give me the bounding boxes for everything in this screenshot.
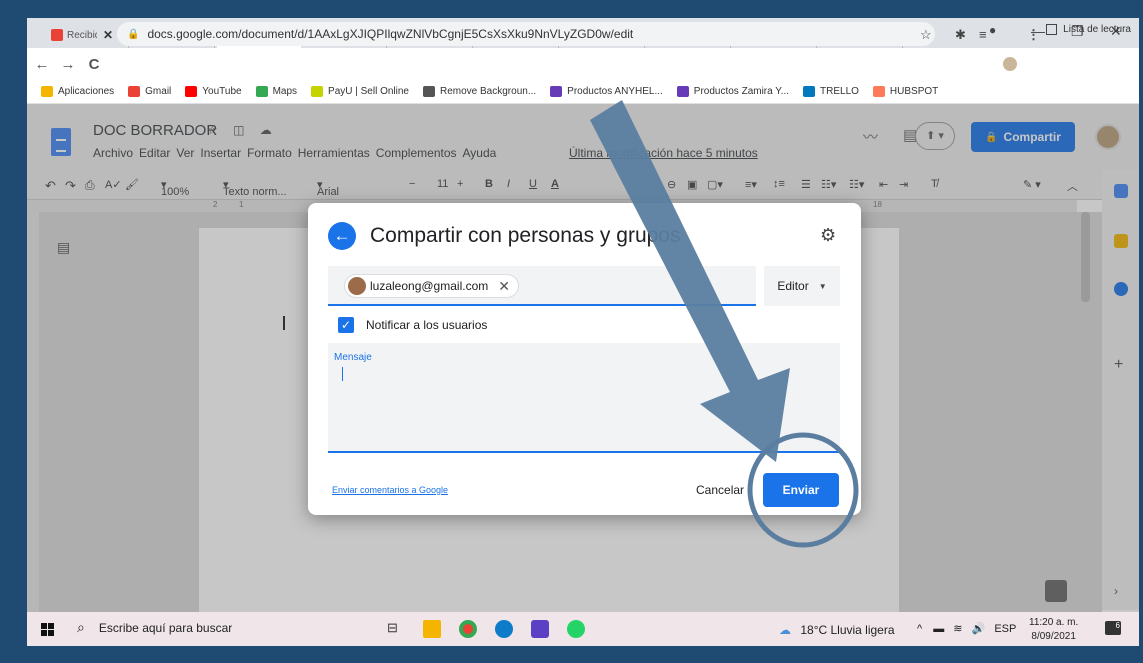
volume-icon[interactable]: 🔊 xyxy=(972,623,986,635)
bookmark-item[interactable]: HUBSPOT xyxy=(872,86,939,97)
bookmark-label: Remove Backgroun... xyxy=(440,86,537,97)
clock-time: 11:20 a. m. xyxy=(1029,617,1079,628)
back-icon[interactable]: ← xyxy=(31,56,53,73)
message-field[interactable]: Mensaje xyxy=(328,343,840,453)
tab-favicon-icon xyxy=(51,29,63,41)
send-button[interactable]: Enviar xyxy=(763,473,839,507)
remove-recipient-icon[interactable]: ✕ xyxy=(498,278,510,295)
bookmark-label: Maps xyxy=(272,86,298,97)
feedback-link[interactable]: Enviar comentarios a Google xyxy=(332,485,448,495)
chrome-icon[interactable] xyxy=(459,620,477,638)
weather-text: 18°C Lluvia ligera xyxy=(800,623,895,637)
profile-avatar-icon[interactable] xyxy=(1003,57,1017,71)
reading-list-icon xyxy=(1046,24,1058,35)
bookmark-item[interactable]: Productos ANYHEL... xyxy=(550,86,663,97)
weather-icon: ☁ xyxy=(779,623,791,637)
browser-toolbar: ← → C xyxy=(27,48,1139,80)
task-view-icon[interactable]: ⊟ xyxy=(387,620,405,638)
bookmark-item[interactable]: Remove Backgroun... xyxy=(423,86,536,97)
recipient-email: luzaleong@gmail.com xyxy=(370,279,489,293)
dialog-title: Compartir con personas y grupos xyxy=(370,224,681,247)
star-icon[interactable]: ☆ xyxy=(920,27,932,43)
bookmark-icon xyxy=(423,86,435,97)
bookmark-item[interactable]: Productos Zamira Y... xyxy=(676,86,790,97)
reading-list[interactable]: Lista de lectura xyxy=(1046,24,1131,35)
bookmark-label: Aplicaciones xyxy=(58,86,115,97)
reading-list-label: Lista de lectura xyxy=(1063,24,1131,35)
share-dialog: ← Compartir con personas y grupos ⚙ luza… xyxy=(308,203,861,515)
bookmark-label: PayU | Sell Online xyxy=(328,86,409,97)
profile-icon[interactable]: ● xyxy=(989,23,996,37)
bookmark-label: Gmail xyxy=(145,86,172,97)
gear-icon[interactable]: ⚙ xyxy=(820,225,836,246)
bookmark-label: HUBSPOT xyxy=(889,86,939,97)
notification-count: 6 xyxy=(1115,621,1120,630)
bookmark-icon xyxy=(41,86,53,97)
message-label: Mensaje xyxy=(334,352,372,363)
weather-widget[interactable]: ☁ 18°C Lluvia ligera xyxy=(779,623,895,637)
notify-row[interactable]: ✓ Notificar a los usuarios xyxy=(338,317,487,333)
notify-checkbox[interactable]: ✓ xyxy=(338,317,354,333)
extensions-icon[interactable]: ✱ xyxy=(955,27,966,43)
bookmark-icon xyxy=(311,86,324,97)
bookmark-label: Productos ANYHEL... xyxy=(567,86,663,97)
bookmark-icon xyxy=(872,86,885,97)
battery-icon[interactable]: ▬ xyxy=(933,623,944,635)
search-icon: ⌕ xyxy=(77,619,85,635)
address-bar[interactable]: 🔒 docs.google.com/document/d/1AAxLgXJIQP… xyxy=(117,22,935,46)
recipient-avatar xyxy=(348,277,366,295)
recipients-field[interactable]: luzaleong@gmail.com ✕ xyxy=(328,266,756,306)
edge-icon[interactable] xyxy=(495,620,513,638)
language-indicator[interactable]: ESP xyxy=(994,623,1016,635)
bookmark-item[interactable]: TRELLO xyxy=(803,86,859,97)
bookmark-icon xyxy=(128,86,141,97)
forward-icon[interactable]: → xyxy=(57,56,79,73)
bookmark-item[interactable]: Gmail xyxy=(128,86,171,97)
bookmark-label: YouTube xyxy=(202,86,242,97)
bookmark-label: TRELLO xyxy=(820,86,859,97)
bookmark-icon xyxy=(676,86,689,97)
url-text: docs.google.com/document/d/1AAxLgXJIQPIl… xyxy=(147,27,634,41)
system-tray[interactable]: ^ ▬ ≋ 🔊 ESP xyxy=(917,622,1016,635)
bookmark-icon xyxy=(185,86,198,97)
caret-down-icon: ▼ xyxy=(818,281,827,291)
bookmark-icon xyxy=(803,86,816,97)
whatsapp-icon[interactable] xyxy=(567,620,585,638)
bookmarks-bar: Aplicaciones Gmail YouTube Maps PayU | Sell … xyxy=(27,80,1139,104)
bookmark-icon xyxy=(550,86,563,97)
file-explorer-icon[interactable] xyxy=(423,620,441,638)
clock[interactable]: 11:20 a. m. 8/09/2021 xyxy=(1029,616,1078,644)
role-select[interactable]: Editor ▼ xyxy=(764,266,840,306)
taskbar-search[interactable]: ⌕ Escribe aquí para buscar xyxy=(77,619,232,636)
bookmark-icon xyxy=(255,86,268,97)
menu-dots-icon[interactable]: ⋮ xyxy=(1027,27,1040,43)
recipient-chip[interactable]: luzaleong@gmail.com ✕ xyxy=(344,274,519,298)
taskbar: ⌕ Escribe aquí para buscar ⊟ ☁ 18°C Lluv… xyxy=(27,612,1139,646)
close-tab-icon[interactable]: ✕ xyxy=(103,28,113,42)
bookmark-item[interactable]: PayU | Sell Online xyxy=(311,86,409,97)
bookmark-label: Productos Zamira Y... xyxy=(693,86,790,97)
back-arrow-icon[interactable]: ← xyxy=(328,222,356,250)
windows-start-icon[interactable] xyxy=(41,623,54,636)
role-value: Editor xyxy=(777,279,809,293)
wifi-icon[interactable]: ≋ xyxy=(953,623,962,635)
lock-icon: 🔒 xyxy=(127,28,140,40)
notify-label: Notificar a los usuarios xyxy=(366,318,488,332)
tab-title: Recibid xyxy=(67,29,97,41)
media-icon[interactable]: ≡ xyxy=(979,27,987,42)
chevron-up-icon[interactable]: ^ xyxy=(917,623,922,635)
bookmark-item[interactable]: Aplicaciones xyxy=(41,86,114,97)
notification-icon[interactable]: 6 xyxy=(1105,621,1121,635)
clock-date: 8/09/2021 xyxy=(1031,631,1076,642)
app-icon[interactable] xyxy=(531,620,549,638)
message-caret xyxy=(342,367,343,381)
bookmark-item[interactable]: YouTube xyxy=(185,86,242,97)
search-placeholder: Escribe aquí para buscar xyxy=(98,620,233,635)
reload-icon[interactable]: C xyxy=(83,56,105,73)
cancel-button[interactable]: Cancelar xyxy=(696,483,744,497)
bookmark-item[interactable]: Maps xyxy=(255,86,298,97)
